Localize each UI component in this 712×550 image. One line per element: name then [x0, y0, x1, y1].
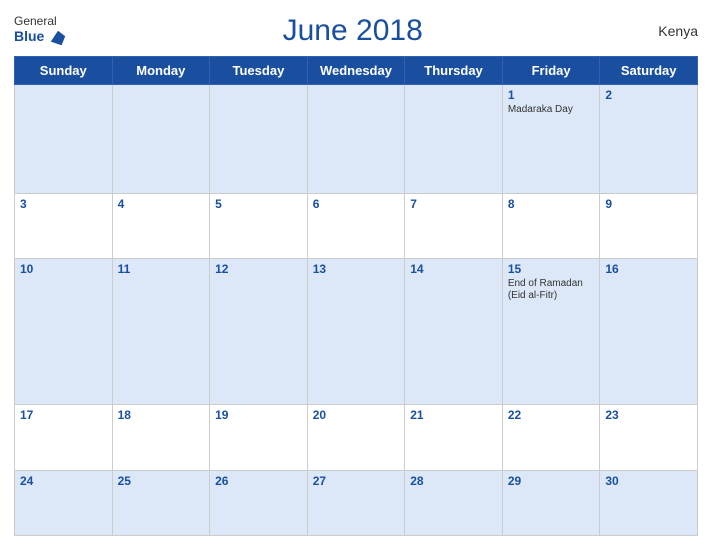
calendar-cell: 25	[112, 470, 210, 535]
weekday-header-sunday: Sunday	[15, 57, 113, 85]
calendar-cell: 5	[210, 193, 308, 258]
day-number: 18	[118, 408, 205, 422]
holiday-name: Madaraka Day	[508, 104, 595, 116]
calendar-cell: 14	[405, 259, 503, 405]
calendar-cell	[307, 85, 405, 194]
weekday-header-wednesday: Wednesday	[307, 57, 405, 85]
calendar-cell: 10	[15, 259, 113, 405]
day-number: 26	[215, 474, 302, 488]
calendar-cell: 24	[15, 470, 113, 535]
calendar-cell	[405, 85, 503, 194]
calendar-title: June 2018	[283, 14, 423, 48]
calendar-cell: 2	[600, 85, 698, 194]
calendar-cell	[112, 85, 210, 194]
day-number: 10	[20, 262, 107, 276]
day-number: 1	[508, 88, 595, 102]
calendar-country: Kenya	[638, 23, 698, 39]
calendar-table: SundayMondayTuesdayWednesdayThursdayFrid…	[14, 56, 698, 536]
day-number: 11	[118, 262, 205, 276]
day-number: 27	[313, 474, 400, 488]
calendar-cell: 22	[502, 405, 600, 470]
calendar-cell: 8	[502, 193, 600, 258]
day-number: 12	[215, 262, 302, 276]
day-number: 21	[410, 408, 497, 422]
calendar-cell: 27	[307, 470, 405, 535]
day-number: 5	[215, 197, 302, 211]
day-number: 24	[20, 474, 107, 488]
day-number: 20	[313, 408, 400, 422]
calendar-week-row: 17 18 19 20 21 22 23	[15, 405, 698, 470]
calendar-cell: 6	[307, 193, 405, 258]
weekday-header-saturday: Saturday	[600, 57, 698, 85]
calendar-cell: 20	[307, 405, 405, 470]
weekday-header-thursday: Thursday	[405, 57, 503, 85]
calendar-cell: 19	[210, 405, 308, 470]
calendar-header: General Blue June 2018 Kenya	[14, 10, 698, 56]
day-number: 28	[410, 474, 497, 488]
calendar-cell	[210, 85, 308, 194]
calendar-cell: 23	[600, 405, 698, 470]
day-number: 14	[410, 262, 497, 276]
weekday-header-friday: Friday	[502, 57, 600, 85]
calendar-week-row: 3456789	[15, 193, 698, 258]
logo: General Blue	[14, 15, 67, 46]
day-number: 6	[313, 197, 400, 211]
calendar-cell: 16	[600, 259, 698, 405]
calendar-cell: 13	[307, 259, 405, 405]
calendar-cell: 11	[112, 259, 210, 405]
calendar-cell: 18	[112, 405, 210, 470]
calendar-cell: 9	[600, 193, 698, 258]
calendar-week-row: 24 25 26 27 28 29 30	[15, 470, 698, 535]
logo-blue-text: Blue	[14, 29, 67, 47]
day-number: 3	[20, 197, 107, 211]
calendar-cell: 30	[600, 470, 698, 535]
calendar-cell: 1 Madaraka Day	[502, 85, 600, 194]
day-number: 8	[508, 197, 595, 211]
day-number: 2	[605, 88, 692, 102]
day-number: 9	[605, 197, 692, 211]
calendar-cell: 21	[405, 405, 503, 470]
day-number: 22	[508, 408, 595, 422]
day-number: 15	[508, 262, 595, 276]
calendar-cell: 28	[405, 470, 503, 535]
day-number: 19	[215, 408, 302, 422]
calendar-cell: 29	[502, 470, 600, 535]
day-number: 4	[118, 197, 205, 211]
calendar-cell: 12	[210, 259, 308, 405]
weekday-header-row: SundayMondayTuesdayWednesdayThursdayFrid…	[15, 57, 698, 85]
day-number: 7	[410, 197, 497, 211]
logo-bird-icon	[49, 29, 67, 47]
calendar-cell: 7	[405, 193, 503, 258]
calendar-cell	[15, 85, 113, 194]
day-number: 23	[605, 408, 692, 422]
calendar-week-row: 10 11 12 13 14 15 End of Ramadan (Eid al-Fitr)…	[15, 259, 698, 405]
day-number: 13	[313, 262, 400, 276]
calendar-cell: 17	[15, 405, 113, 470]
holiday-name: End of Ramadan (Eid al-Fitr)	[508, 278, 595, 302]
day-number: 30	[605, 474, 692, 488]
calendar-cell: 4	[112, 193, 210, 258]
calendar-wrapper: General Blue June 2018 Kenya SundayMonda…	[0, 0, 712, 550]
calendar-week-row: 1 Madaraka Day 2	[15, 85, 698, 194]
day-number: 29	[508, 474, 595, 488]
day-number: 16	[605, 262, 692, 276]
calendar-cell: 26	[210, 470, 308, 535]
weekday-header-monday: Monday	[112, 57, 210, 85]
day-number: 17	[20, 408, 107, 422]
day-number: 25	[118, 474, 205, 488]
calendar-cell: 3	[15, 193, 113, 258]
calendar-cell: 15 End of Ramadan (Eid al-Fitr)	[502, 259, 600, 405]
weekday-header-tuesday: Tuesday	[210, 57, 308, 85]
